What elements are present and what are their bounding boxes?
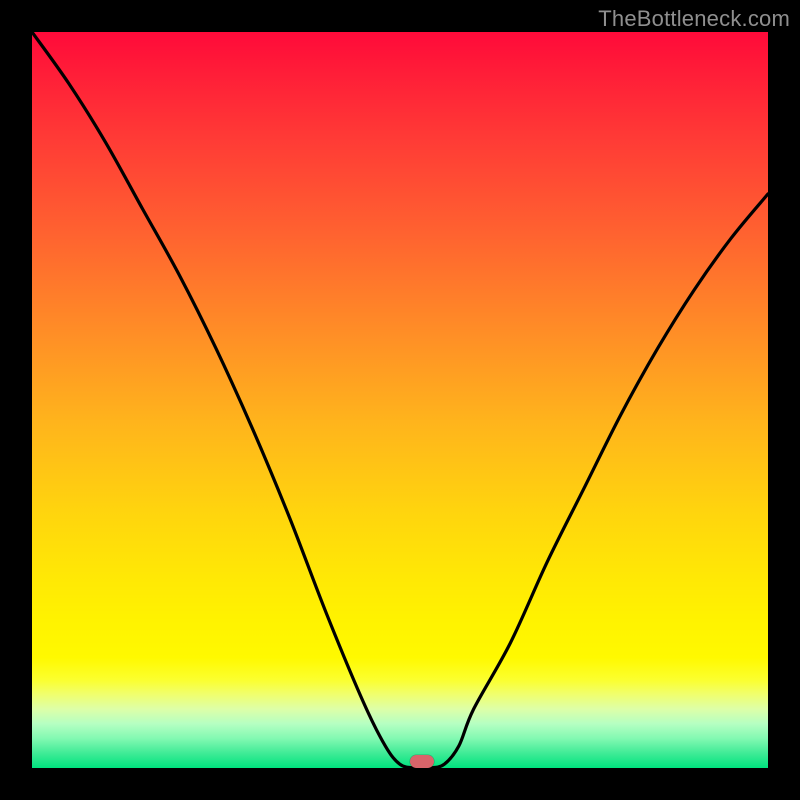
chart-frame: TheBottleneck.com bbox=[0, 0, 800, 800]
curve-layer bbox=[32, 32, 768, 768]
bottleneck-curve bbox=[32, 32, 768, 768]
plot-area bbox=[32, 32, 768, 768]
watermark-text: TheBottleneck.com bbox=[598, 6, 790, 32]
minimum-marker bbox=[410, 755, 434, 768]
